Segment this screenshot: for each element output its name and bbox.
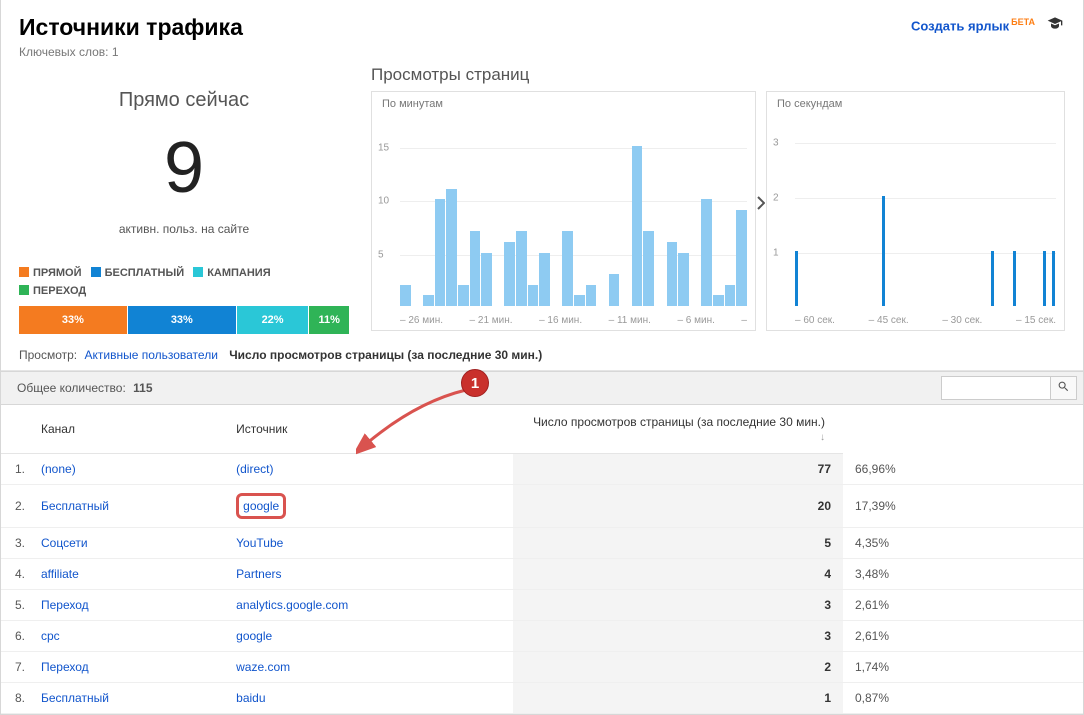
create-shortcut-link[interactable]: Создать ярлыкБЕТА [911, 17, 1035, 33]
channel-link[interactable]: Переход [41, 660, 89, 674]
sources-table: Канал Источник Число просмотров страницы… [1, 405, 1083, 714]
table-row: 4.affiliatePartners43,48% [1, 559, 1083, 590]
channel-link[interactable]: (none) [41, 462, 76, 476]
channel-link[interactable]: Бесплатный [41, 691, 109, 705]
source-link[interactable]: baidu [236, 691, 265, 705]
source-link[interactable]: Partners [236, 567, 281, 581]
table-row: 5.Переходanalytics.google.com32,61% [1, 590, 1083, 621]
source-link[interactable]: (direct) [236, 462, 273, 476]
col-source[interactable]: Источник [224, 405, 513, 454]
table-search-input[interactable] [941, 376, 1051, 400]
sort-arrow-down-icon: ↓ [820, 432, 825, 443]
right-now-title: Прямо сейчас [19, 89, 349, 112]
table-row: 1.(none)(direct)7766,96% [1, 454, 1083, 485]
table-row: 3.СоцсетиYouTube54,35% [1, 528, 1083, 559]
channel-legend: ПРЯМОЙ БЕСПЛАТНЫЙ КАМПАНИЯ ПЕРЕХОД [19, 264, 349, 300]
breakdown-segment: 11% [309, 306, 349, 334]
education-icon[interactable] [1045, 16, 1065, 35]
chart-split-handle[interactable] [749, 191, 773, 215]
table-row: 8.Бесплатныйbaidu10,87% [1, 683, 1083, 714]
page-title: Источники трафика [19, 14, 243, 41]
active-users-count: 9 [19, 132, 349, 204]
channel-link[interactable]: affiliate [41, 567, 79, 581]
chart-per-second: По секундам 123– 60 сек.– 45 сек.– 30 се… [766, 91, 1065, 331]
active-users-subtitle: активн. польз. на сайте [19, 222, 349, 236]
pageviews-charts: Просмотры страниц По минутам 51015– 26 м… [359, 65, 1065, 334]
channel-link[interactable]: cpc [41, 629, 60, 643]
chart-per-minute: По минутам 51015– 26 мин.– 21 мин.– 16 м… [371, 91, 756, 331]
search-icon [1057, 380, 1070, 396]
source-link[interactable]: google [236, 629, 272, 643]
page-subtitle: Ключевых слов: 1 [19, 45, 243, 59]
realtime-panel: Прямо сейчас 9 активн. польз. на сайте П… [19, 65, 359, 334]
channel-link[interactable]: Соцсети [41, 536, 88, 550]
view-tabs: Просмотр: Активные пользователи Число пр… [1, 342, 1083, 371]
pageviews-title: Просмотры страниц [371, 65, 1065, 85]
callout-badge-1: 1 [461, 369, 489, 397]
table-topbar: Общее количество: 115 1 [1, 371, 1083, 405]
tab-pageviews-30min[interactable]: Число просмотров страницы (за последние … [229, 348, 542, 362]
table-row: 6.cpcgoogle32,61% [1, 621, 1083, 652]
table-row: 2.Бесплатныйgoogle2017,39% [1, 485, 1083, 528]
breakdown-segment: 33% [19, 306, 128, 334]
channel-link[interactable]: Переход [41, 598, 89, 612]
breakdown-segment: 33% [128, 306, 237, 334]
table-search-button[interactable] [1051, 376, 1077, 400]
table-row: 7.Переходwaze.com21,74% [1, 652, 1083, 683]
col-channel[interactable]: Канал [29, 405, 224, 454]
source-link[interactable]: google [236, 493, 286, 519]
source-link[interactable]: waze.com [236, 660, 290, 674]
source-link[interactable]: analytics.google.com [236, 598, 348, 612]
tab-active-users[interactable]: Активные пользователи [84, 348, 217, 362]
breakdown-segment: 22% [237, 306, 310, 334]
page-header: Источники трафика Ключевых слов: 1 Созда… [1, 0, 1083, 65]
col-metric[interactable]: Число просмотров страницы (за последние … [513, 405, 843, 454]
channel-link[interactable]: Бесплатный [41, 499, 109, 513]
source-link[interactable]: YouTube [236, 536, 283, 550]
channel-breakdown-bar: 33%33%22%11% [19, 306, 349, 334]
